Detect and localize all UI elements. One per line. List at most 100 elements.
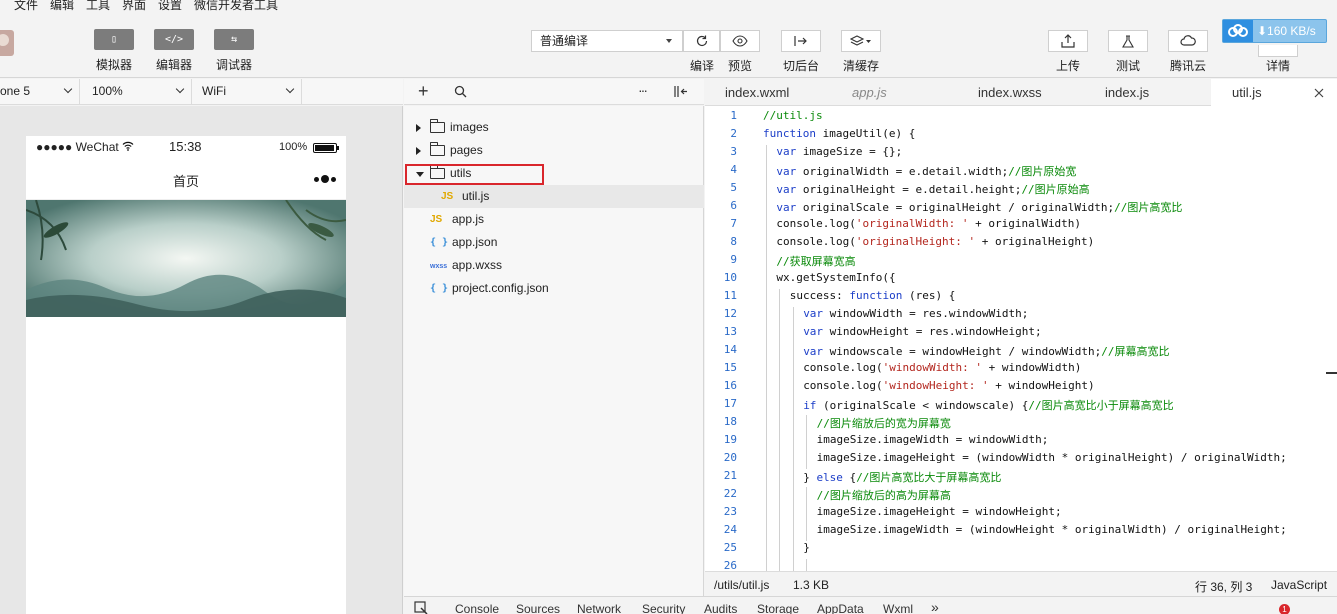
line-number: 21 bbox=[723, 469, 737, 482]
indent-guide bbox=[766, 433, 767, 451]
phone-screen[interactable]: ●●●●● WeChat 15:38 100% 首页 bbox=[26, 136, 346, 614]
code-line[interactable]: console.log('originalWidth: ' + original… bbox=[776, 217, 1081, 230]
language-mode[interactable]: JavaScript bbox=[1271, 578, 1327, 592]
wxss-file-icon: wxss bbox=[430, 263, 448, 270]
line-number: 9 bbox=[730, 253, 737, 266]
code-line[interactable]: console.log('windowHeight: ' + windowHei… bbox=[803, 379, 1094, 392]
device-select[interactable]: one 5 bbox=[0, 79, 80, 104]
indent-guide bbox=[779, 469, 781, 487]
code-line[interactable]: imageSize.imageHeight = windowHeight; bbox=[817, 505, 1062, 518]
code-line[interactable]: if (originalScale < windowscale) {//图片高宽… bbox=[803, 397, 1173, 413]
code-line[interactable]: //util.js bbox=[763, 109, 823, 122]
error-count-badge[interactable]: 1 bbox=[1279, 604, 1290, 614]
code-line[interactable]: success: function (res) { bbox=[790, 289, 956, 302]
background-button[interactable] bbox=[781, 30, 821, 52]
simulator-toggle-button[interactable]: ▯ bbox=[94, 29, 134, 50]
battery-text: 100% bbox=[279, 141, 308, 153]
add-file-icon[interactable]: + bbox=[418, 81, 429, 102]
tab-wxml[interactable]: Wxml bbox=[883, 602, 913, 614]
more-menu-icon[interactable] bbox=[314, 175, 336, 183]
tree-item-util-js[interactable]: JS util.js bbox=[404, 185, 704, 208]
tree-item-app-wxss[interactable]: wxss app.wxss bbox=[404, 254, 704, 277]
more-tabs-icon[interactable]: » bbox=[931, 599, 939, 614]
code-line[interactable]: //图片缩放后的高为屏幕高 bbox=[817, 487, 951, 503]
code-line[interactable]: var windowHeight = res.windowHeight; bbox=[803, 325, 1041, 338]
editor-toggle-button[interactable]: </> bbox=[154, 29, 194, 50]
chevron-right-icon[interactable] bbox=[416, 147, 421, 155]
code-line[interactable]: function imageUtil(e) { bbox=[763, 127, 915, 140]
tree-item-app-js[interactable]: JS app.js bbox=[404, 208, 704, 231]
tab-appdata[interactable]: AppData bbox=[817, 602, 864, 614]
eye-icon bbox=[732, 35, 748, 47]
test-button[interactable] bbox=[1108, 30, 1148, 52]
indent-guide bbox=[779, 433, 781, 451]
network-speed-badge: ⬇160 KB/s bbox=[1222, 19, 1327, 43]
tab-console[interactable]: Console bbox=[455, 602, 499, 614]
tab-index-wxml[interactable]: index.wxml bbox=[725, 79, 789, 106]
code-line[interactable]: wx.getSystemInfo({ bbox=[776, 271, 895, 284]
cursor-position[interactable]: 行 36, 列 3 bbox=[1195, 578, 1252, 595]
line-number: 4 bbox=[730, 163, 737, 176]
line-number: 10 bbox=[723, 271, 737, 284]
code-line[interactable]: console.log('windowWidth: ' + windowWidt… bbox=[803, 361, 1081, 374]
code-line[interactable]: var originalScale = originalHeight / ori… bbox=[776, 199, 1182, 215]
tab-util-js[interactable]: util.js bbox=[1211, 79, 1337, 107]
code-line[interactable]: //获取屏幕宽高 bbox=[776, 253, 855, 269]
menu-devtools[interactable]: 微信开发者工具 bbox=[194, 0, 278, 12]
code-line[interactable]: var windowWidth = res.windowWidth; bbox=[803, 307, 1028, 320]
tab-index-wxss[interactable]: index.wxss bbox=[978, 79, 1042, 106]
network-select[interactable]: WiFi bbox=[194, 79, 302, 104]
compile-mode-select[interactable]: 普通编译 bbox=[531, 30, 683, 52]
chevron-right-icon[interactable] bbox=[416, 124, 421, 132]
collapse-panel-icon[interactable] bbox=[674, 85, 688, 98]
debugger-toggle-button[interactable]: ⇆ bbox=[214, 29, 254, 50]
code-line[interactable]: var imageSize = {}; bbox=[776, 145, 902, 158]
code-line[interactable]: } else {//图片高宽比大于屏幕高宽比 bbox=[803, 469, 1001, 485]
clear-cache-button[interactable] bbox=[841, 30, 881, 52]
code-line[interactable]: var originalHeight = e.detail.height;//图… bbox=[776, 181, 1089, 197]
line-number: 13 bbox=[723, 325, 737, 338]
code-line[interactable]: //图片缩放后的宽为屏幕宽 bbox=[817, 415, 951, 431]
compile-button[interactable] bbox=[683, 30, 720, 52]
battery-icon bbox=[313, 143, 339, 153]
code-editor[interactable]: 1 //util.js 2 function imageUtil(e) {3 var i… bbox=[705, 106, 1337, 571]
indent-guide bbox=[792, 487, 794, 505]
tencent-cloud-button[interactable] bbox=[1168, 30, 1208, 52]
tab-audits[interactable]: Audits bbox=[704, 602, 737, 614]
tree-item-project-config-json[interactable]: { } project.config.json bbox=[404, 277, 704, 300]
menu-tools[interactable]: 工具 bbox=[86, 0, 110, 12]
tab-sources[interactable]: Sources bbox=[516, 602, 560, 614]
more-options-icon[interactable]: ··· bbox=[638, 82, 648, 98]
indent-guide bbox=[766, 523, 767, 541]
tab-network[interactable]: Network bbox=[577, 602, 621, 614]
tab-app-js[interactable]: app.js bbox=[852, 79, 887, 106]
menu-view[interactable]: 界面 bbox=[122, 0, 146, 12]
tree-item-app-json[interactable]: { } app.json bbox=[404, 231, 704, 254]
tab-security[interactable]: Security bbox=[642, 602, 685, 614]
details-button[interactable] bbox=[1258, 45, 1298, 57]
menu-file[interactable]: 文件 bbox=[14, 0, 38, 12]
preview-button[interactable] bbox=[720, 30, 760, 52]
code-line[interactable]: } bbox=[803, 541, 810, 554]
line-number: 12 bbox=[723, 307, 737, 320]
menu-settings[interactable]: 设置 bbox=[158, 0, 182, 12]
code-line[interactable]: var originalWidth = e.detail.width;//图片原… bbox=[776, 163, 1076, 179]
code-line[interactable]: imageSize.imageHeight = (windowWidth * o… bbox=[817, 451, 1287, 464]
code-line[interactable]: var windowscale = windowHeight / windowW… bbox=[803, 343, 1169, 359]
tab-index-js[interactable]: index.js bbox=[1105, 79, 1149, 106]
code-line[interactable]: console.log('originalHeight: ' + origina… bbox=[776, 235, 1094, 248]
json-file-icon: { } bbox=[430, 237, 449, 248]
tab-storage[interactable]: Storage bbox=[757, 602, 799, 614]
search-icon[interactable] bbox=[454, 85, 467, 98]
inspect-icon[interactable] bbox=[414, 601, 428, 614]
tree-item-images[interactable]: images bbox=[404, 116, 704, 139]
tree-item-pages[interactable]: pages bbox=[404, 139, 704, 162]
close-icon[interactable] bbox=[1314, 88, 1324, 98]
code-line[interactable]: imageSize.imageWidth = windowWidth; bbox=[817, 433, 1049, 446]
network-value: WiFi bbox=[202, 84, 226, 98]
upload-button[interactable] bbox=[1048, 30, 1088, 52]
code-line[interactable]: imageSize.imageWidth = (windowHeight * o… bbox=[817, 523, 1287, 536]
avatar[interactable] bbox=[0, 30, 14, 56]
zoom-select[interactable]: 100% bbox=[84, 79, 192, 104]
menu-edit[interactable]: 编辑 bbox=[50, 0, 74, 12]
